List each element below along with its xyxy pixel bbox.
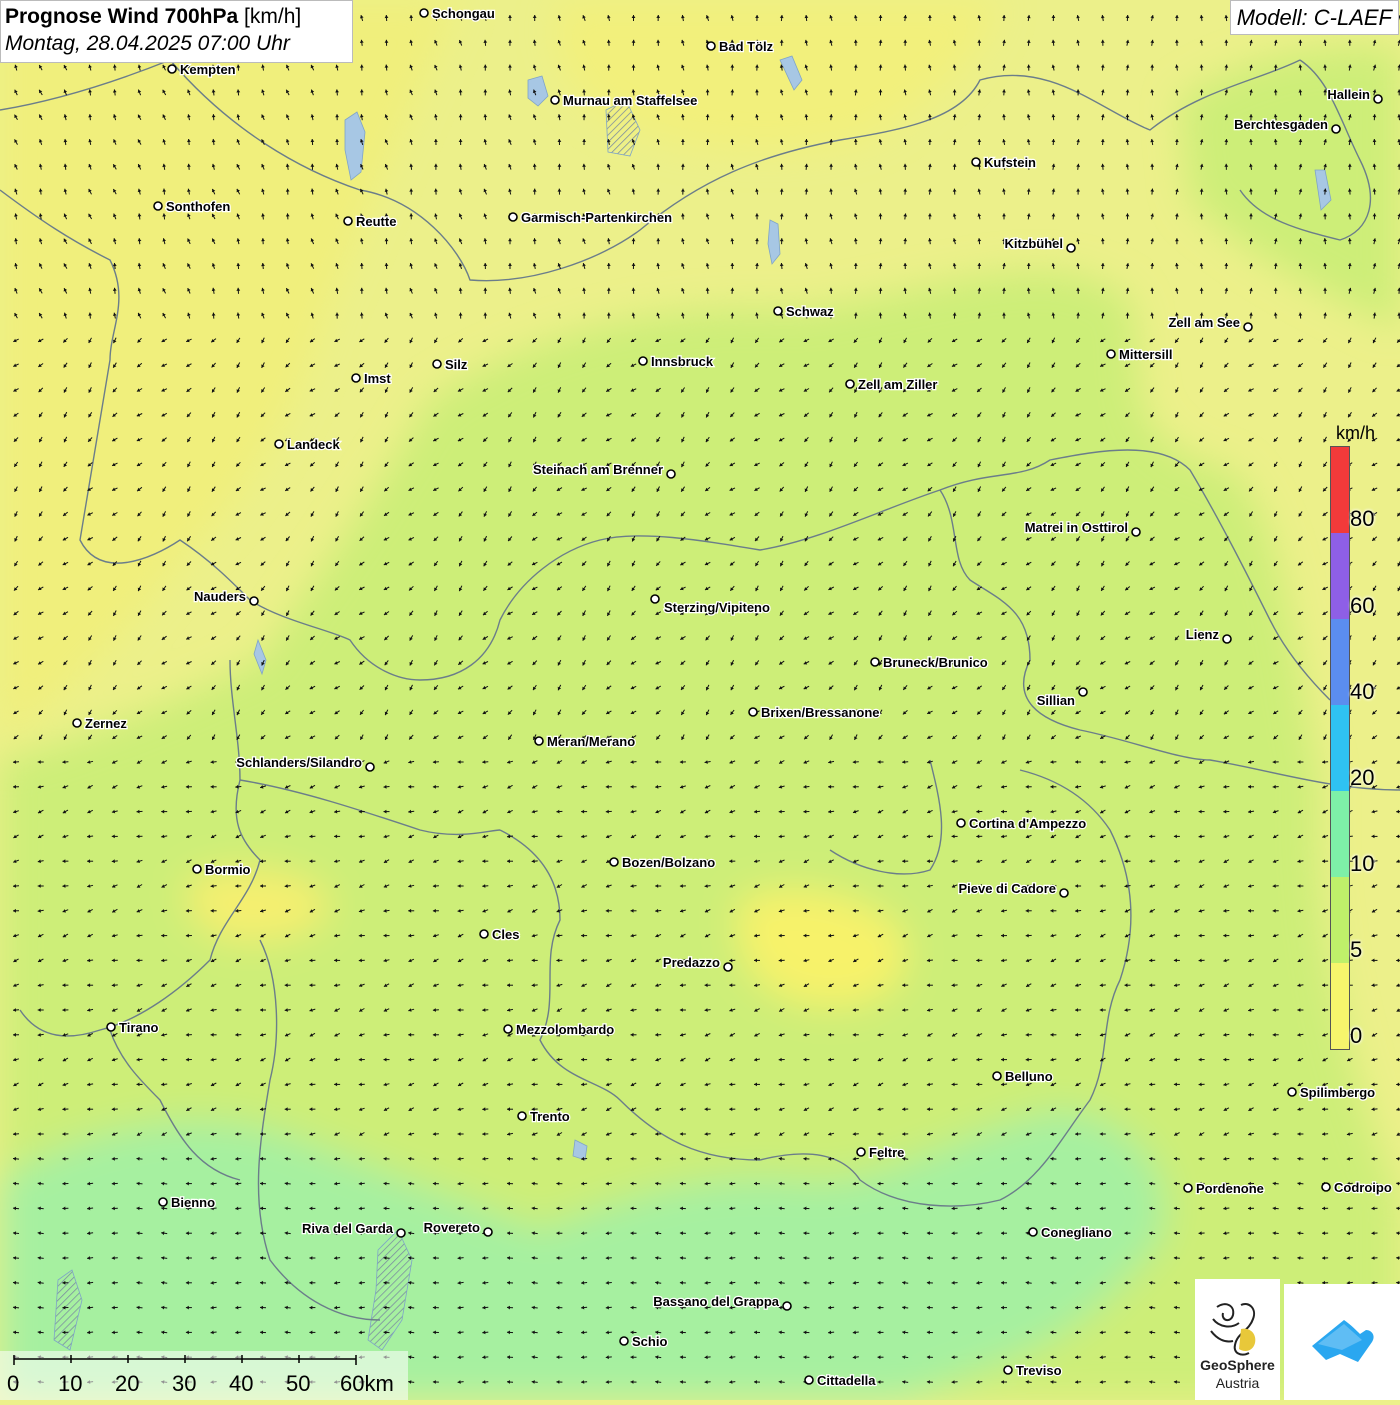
wind-map: SchongauBad TölzKemptenMurnau am Staffel… (0, 0, 1400, 1400)
